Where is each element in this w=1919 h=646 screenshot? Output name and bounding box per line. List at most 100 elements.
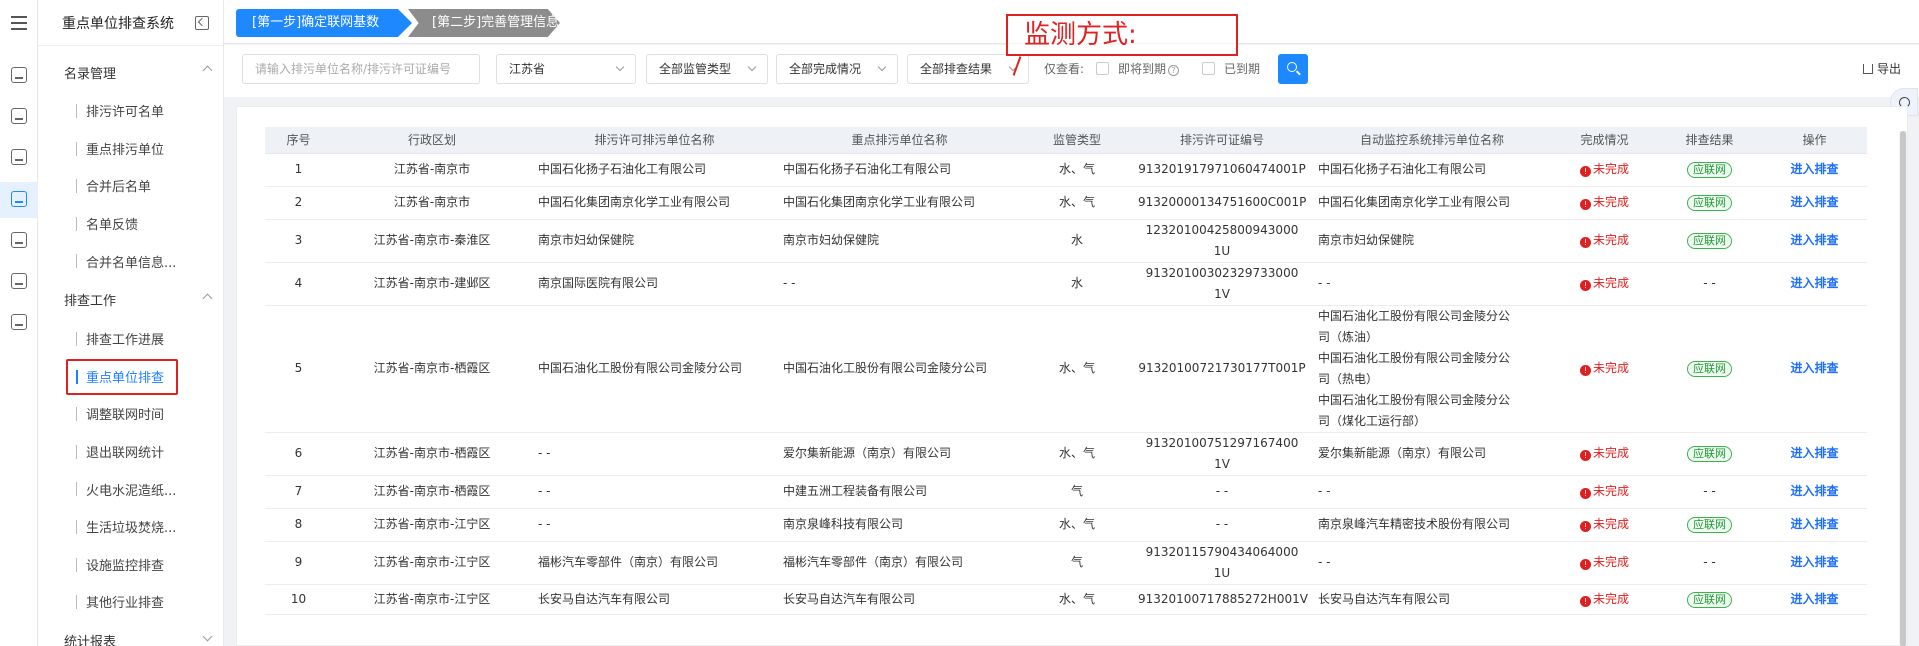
cell-type: 水、气 bbox=[1022, 508, 1132, 542]
enter-inspection-link[interactable]: 进入排查 bbox=[1790, 233, 1838, 247]
cell-monitor-name: 中国石化集团南京化学工业有限公司 bbox=[1312, 186, 1552, 220]
result-badge: 应联网 bbox=[1687, 361, 1732, 377]
rail-image-doc-icon[interactable] bbox=[11, 273, 27, 289]
rail-dashboard-icon[interactable] bbox=[11, 67, 27, 83]
result-badge: 应联网 bbox=[1687, 195, 1732, 211]
completion-select[interactable]: 全部完成情况 bbox=[776, 54, 898, 84]
enter-inspection-link[interactable]: 进入排查 bbox=[1790, 446, 1838, 460]
menu-item[interactable]: 合并后名单 bbox=[38, 167, 223, 205]
cell-region: 江苏省-南京市-江宁区 bbox=[332, 508, 532, 542]
menu-item[interactable]: 火电水泥造纸... bbox=[38, 470, 223, 508]
cell-key-name: 福彬汽车零部件（南京）有限公司 bbox=[777, 541, 1022, 585]
menu-group-2[interactable]: 统计报表 bbox=[38, 621, 223, 646]
cell-result: - - bbox=[1657, 541, 1762, 585]
search-button[interactable] bbox=[1278, 54, 1308, 84]
enter-inspection-link[interactable]: 进入排查 bbox=[1790, 162, 1838, 176]
rail-settings-icon[interactable] bbox=[11, 232, 27, 248]
menu-item[interactable]: 生活垃圾焚烧... bbox=[38, 508, 223, 546]
annotation-box: 监测方式: bbox=[1006, 14, 1238, 56]
table-row: 3 江苏省-南京市-秦淮区 南京市妇幼保健院 南京市妇幼保健院水 12320100425… bbox=[265, 219, 1867, 263]
menu-group-0[interactable]: 名录管理 bbox=[38, 52, 223, 92]
enter-inspection-link[interactable]: 进入排查 bbox=[1790, 555, 1838, 569]
cell-permit-name: - - bbox=[532, 432, 777, 476]
cell-result: 应联网 bbox=[1657, 584, 1762, 615]
chevron-down-icon bbox=[615, 62, 625, 72]
menu-group-1[interactable]: 排查工作 bbox=[38, 280, 223, 320]
enter-inspection-link[interactable]: 进入排查 bbox=[1790, 195, 1838, 209]
cell-action: 进入排查 bbox=[1762, 186, 1867, 220]
expiring-checkbox[interactable] bbox=[1096, 62, 1109, 75]
cell-action: 进入排查 bbox=[1762, 584, 1867, 615]
cell-permit-name: 中国石化扬子石油化工有限公司 bbox=[532, 153, 777, 187]
result-badge: 应联网 bbox=[1687, 233, 1732, 249]
menu-item[interactable]: 调整联网时间 bbox=[38, 395, 223, 433]
step-2-tab[interactable]: [第二步]完善管理信息 bbox=[408, 9, 560, 37]
vertical-scrollbar[interactable] bbox=[1899, 131, 1907, 646]
cell-result: 应联网 bbox=[1657, 305, 1762, 433]
cell-permit-no: - - bbox=[1132, 475, 1312, 509]
menu-item[interactable]: 排查工作进展 bbox=[38, 320, 223, 358]
cell-status: ! 未完成 bbox=[1552, 432, 1657, 476]
search-input[interactable]: 请输入排污单位名称/排污许可证编号 bbox=[242, 54, 480, 84]
cell-no: 5 bbox=[265, 305, 332, 433]
enter-inspection-link[interactable]: 进入排查 bbox=[1790, 484, 1838, 498]
cell-region: 江苏省-南京市 bbox=[332, 153, 532, 187]
menu-item[interactable]: 排污许可名单 bbox=[38, 92, 223, 130]
collapse-sidebar-icon[interactable] bbox=[195, 16, 209, 30]
alert-icon: ! bbox=[1579, 237, 1591, 248]
table-row: 8 江苏省-南京市-江宁区 - - 南京泉峰科技有限公司 水、气 - - 南京泉峰汽车精密技… bbox=[265, 508, 1867, 542]
table-row: 4 江苏省-南京市-建邺区 南京国际医院有限公司 - - 水 91320100302329… bbox=[265, 262, 1867, 306]
app-title: 重点单位排查系统 bbox=[38, 0, 223, 46]
rail-monitor-icon[interactable] bbox=[11, 108, 27, 124]
cell-region: 江苏省-南京市-栖霞区 bbox=[332, 432, 532, 476]
cell-permit-no: 91320000134751600C001P bbox=[1132, 186, 1312, 220]
cell-monitor-name: - - bbox=[1312, 262, 1552, 306]
cell-permit-name: 南京市妇幼保健院 bbox=[532, 219, 777, 263]
menu-item[interactable]: 重点单位排查 bbox=[38, 358, 223, 396]
result-badge: 应联网 bbox=[1687, 517, 1732, 533]
rail-report-icon[interactable] bbox=[11, 314, 27, 330]
cell-action: 进入排查 bbox=[1762, 508, 1867, 542]
cell-key-name: 南京泉峰科技有限公司 bbox=[777, 508, 1022, 542]
cell-status: ! 未完成 bbox=[1552, 541, 1657, 585]
menu-item[interactable]: 合并名单信息... bbox=[38, 242, 223, 280]
status-badge: ! 未完成 bbox=[1579, 195, 1629, 210]
menu-item[interactable]: 名单反馈 bbox=[38, 205, 223, 243]
result-badge: 应联网 bbox=[1687, 446, 1732, 462]
rail-search-doc-icon[interactable] bbox=[11, 149, 27, 165]
status-badge: ! 未完成 bbox=[1579, 592, 1629, 607]
menu-item[interactable]: 其他行业排查 bbox=[38, 583, 223, 621]
supervision-type-select[interactable]: 全部监管类型 bbox=[646, 54, 768, 84]
result-select[interactable]: 全部排查结果 bbox=[907, 54, 1029, 84]
menu-item[interactable]: 重点排污单位 bbox=[38, 130, 223, 168]
cell-permit-no: - - bbox=[1132, 508, 1312, 542]
menu-item[interactable]: 设施监控排查 bbox=[38, 546, 223, 584]
export-icon bbox=[1862, 64, 1873, 74]
status-badge: ! 未完成 bbox=[1579, 162, 1629, 177]
cell-permit-no: 91320100721730177T001P bbox=[1132, 305, 1312, 433]
enter-inspection-link[interactable]: 进入排查 bbox=[1790, 276, 1838, 290]
monitor-name-line: 爱尔集新能源（南京）有限公司 bbox=[1318, 446, 1487, 460]
province-select[interactable]: 江苏省 bbox=[496, 54, 636, 84]
step-1-tab[interactable]: [第一步]确定联网基数 bbox=[236, 9, 412, 37]
cell-no: 1 bbox=[265, 153, 332, 187]
chevron-down-icon bbox=[747, 62, 757, 72]
cell-action: 进入排查 bbox=[1762, 153, 1867, 187]
expired-checkbox[interactable] bbox=[1202, 62, 1215, 75]
cell-status: ! 未完成 bbox=[1552, 262, 1657, 306]
enter-inspection-link[interactable]: 进入排查 bbox=[1790, 517, 1838, 531]
cell-key-name: 中建五洲工程装备有限公司 bbox=[777, 475, 1022, 509]
enter-inspection-link[interactable]: 进入排查 bbox=[1790, 592, 1838, 606]
cell-status: ! 未完成 bbox=[1552, 219, 1657, 263]
export-button[interactable]: 导出 bbox=[1862, 54, 1901, 84]
column-header: 排污许可证编号 bbox=[1132, 127, 1312, 154]
enter-inspection-link[interactable]: 进入排查 bbox=[1790, 361, 1838, 375]
monitor-name-line: 中国石化集团南京化学工业有限公司 bbox=[1318, 195, 1511, 209]
table-row: 5 江苏省-南京市-栖霞区 中国石油化工股份有限公司金陵分公司 中国石油化工股份有限公… bbox=[265, 305, 1867, 433]
menu-toggle-icon[interactable] bbox=[11, 16, 27, 30]
cell-result: 应联网 bbox=[1657, 508, 1762, 542]
cell-action: 进入排查 bbox=[1762, 219, 1867, 263]
menu-item[interactable]: 退出联网统计 bbox=[38, 433, 223, 471]
rail-inspect-icon[interactable] bbox=[11, 191, 27, 207]
help-icon[interactable]: ? bbox=[1168, 65, 1180, 76]
